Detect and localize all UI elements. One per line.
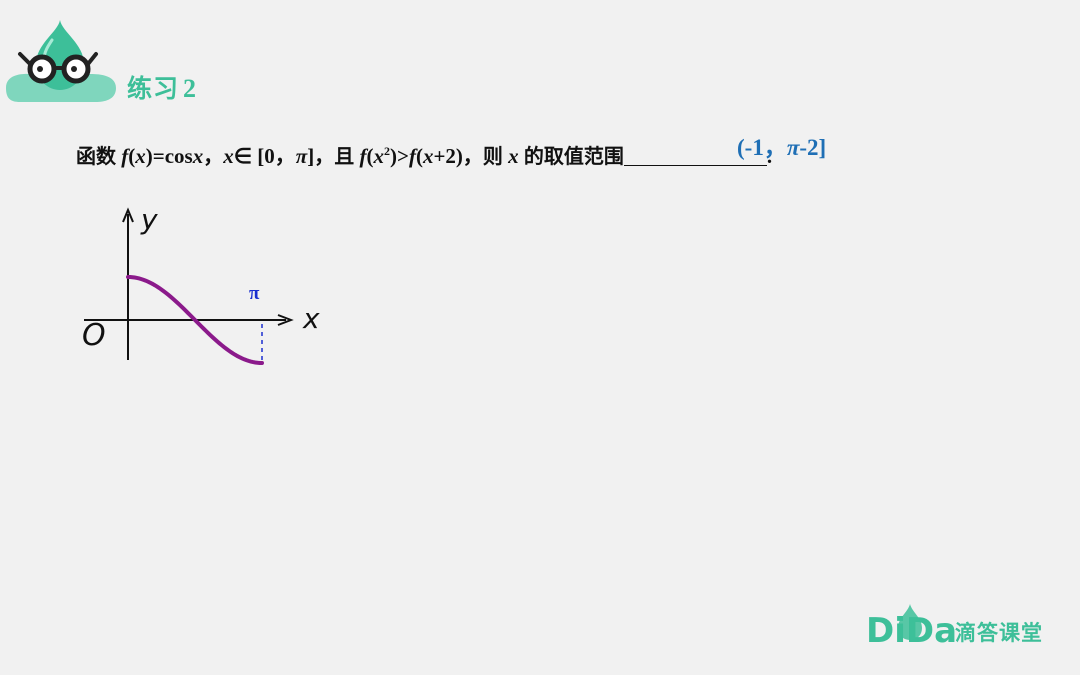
var-x: x [508,144,519,168]
y-axis-label: y [141,203,158,236]
brand-name: 滴答课堂 [955,621,1043,645]
plus-two: +2) [433,144,463,168]
answer-text: (-1，π-2] [737,128,826,162]
text-qie: ，且 [314,144,355,168]
answer-part1: (-1， [737,135,787,160]
pi-symbol: π [295,144,308,168]
exercise-title: 练习 2 [127,69,197,105]
answer-pi: π [786,135,800,160]
text-cos: )=cos [145,144,193,168]
mascot-glasses-icon [6,20,116,102]
var-x: x [223,144,234,168]
slide: 练习 2 函数 f(x)=cosx，x∈ [0，π]，且 f(x2)>f(x+2)… [0,0,1080,675]
var-x: x [373,144,384,168]
exercise-title-label: 练习 [127,74,180,103]
domain-start: ∈ [0， [233,144,296,168]
func-f: f [408,144,416,168]
text-range: 的取值范围 [523,144,624,168]
cosine-graph [84,207,294,365]
origin-label: O [82,318,106,353]
pi-tick-label: π [249,283,260,304]
var-x: x [192,144,204,168]
greater-than: )> [389,144,409,168]
paren-open: ( [415,144,423,168]
text-ze: ，则 [462,144,503,168]
x-axis-label: x [303,302,320,335]
var-x: x [135,144,146,168]
text-hanshu: 函数 [76,144,116,168]
problem-statement: 函数 f(x)=cosx，x∈ [0，π]，且 f(x2)>f(x+2)，则 x… [76,140,772,170]
exercise-number: 2 [183,74,198,103]
answer-part2: -2] [799,135,827,160]
comma: ， [203,144,224,168]
var-x: x [422,144,434,168]
